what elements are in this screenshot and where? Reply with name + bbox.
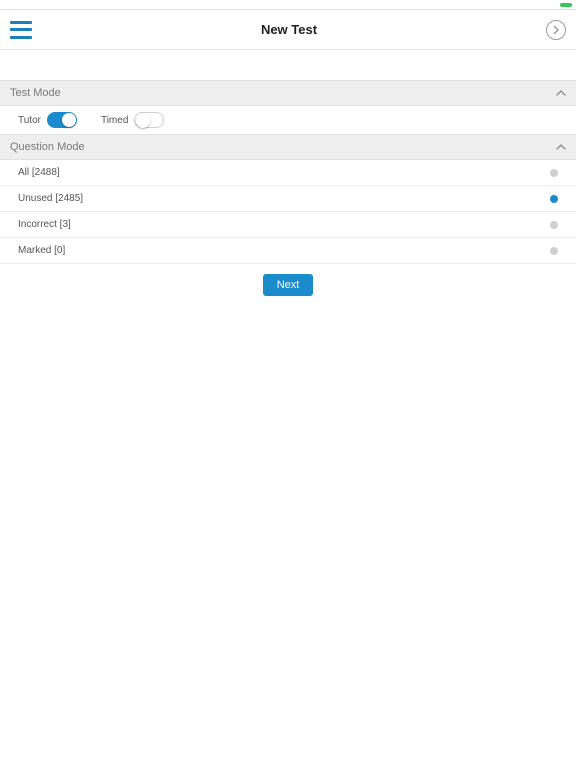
- chevron-up-icon: [556, 87, 566, 99]
- timed-toggle-group: Timed: [101, 112, 164, 128]
- radio-icon: [550, 247, 558, 255]
- radio-icon: [550, 195, 558, 203]
- navbar: New Test: [0, 10, 576, 50]
- test-mode-panel: Tutor Timed: [0, 106, 576, 134]
- section-header-label: Test Mode: [10, 87, 61, 99]
- tutor-toggle[interactable]: [47, 112, 77, 128]
- next-button[interactable]: Next: [263, 274, 314, 296]
- tutor-label: Tutor: [18, 115, 41, 126]
- option-label: All [2488]: [18, 167, 60, 178]
- timed-toggle[interactable]: [134, 112, 164, 128]
- option-label: Incorrect [3]: [18, 219, 71, 230]
- question-mode-option-all[interactable]: All [2488]: [0, 160, 576, 186]
- timed-label: Timed: [101, 115, 128, 126]
- section-header-test-mode[interactable]: Test Mode: [0, 80, 576, 106]
- page-title: New Test: [32, 22, 546, 37]
- status-bar: [0, 0, 576, 10]
- option-label: Marked [0]: [18, 245, 65, 256]
- radio-icon: [550, 221, 558, 229]
- section-header-label: Question Mode: [10, 141, 85, 153]
- battery-indicator: [560, 3, 572, 7]
- question-mode-option-marked[interactable]: Marked [0]: [0, 238, 576, 264]
- forward-circle-icon[interactable]: [546, 20, 566, 40]
- question-mode-option-unused[interactable]: Unused [2485]: [0, 186, 576, 212]
- tutor-toggle-group: Tutor: [18, 112, 77, 128]
- radio-icon: [550, 169, 558, 177]
- chevron-up-icon: [556, 141, 566, 153]
- menu-icon[interactable]: [10, 21, 32, 39]
- question-mode-option-incorrect[interactable]: Incorrect [3]: [0, 212, 576, 238]
- option-label: Unused [2485]: [18, 193, 83, 204]
- spacer: [0, 50, 576, 80]
- section-header-question-mode[interactable]: Question Mode: [0, 134, 576, 160]
